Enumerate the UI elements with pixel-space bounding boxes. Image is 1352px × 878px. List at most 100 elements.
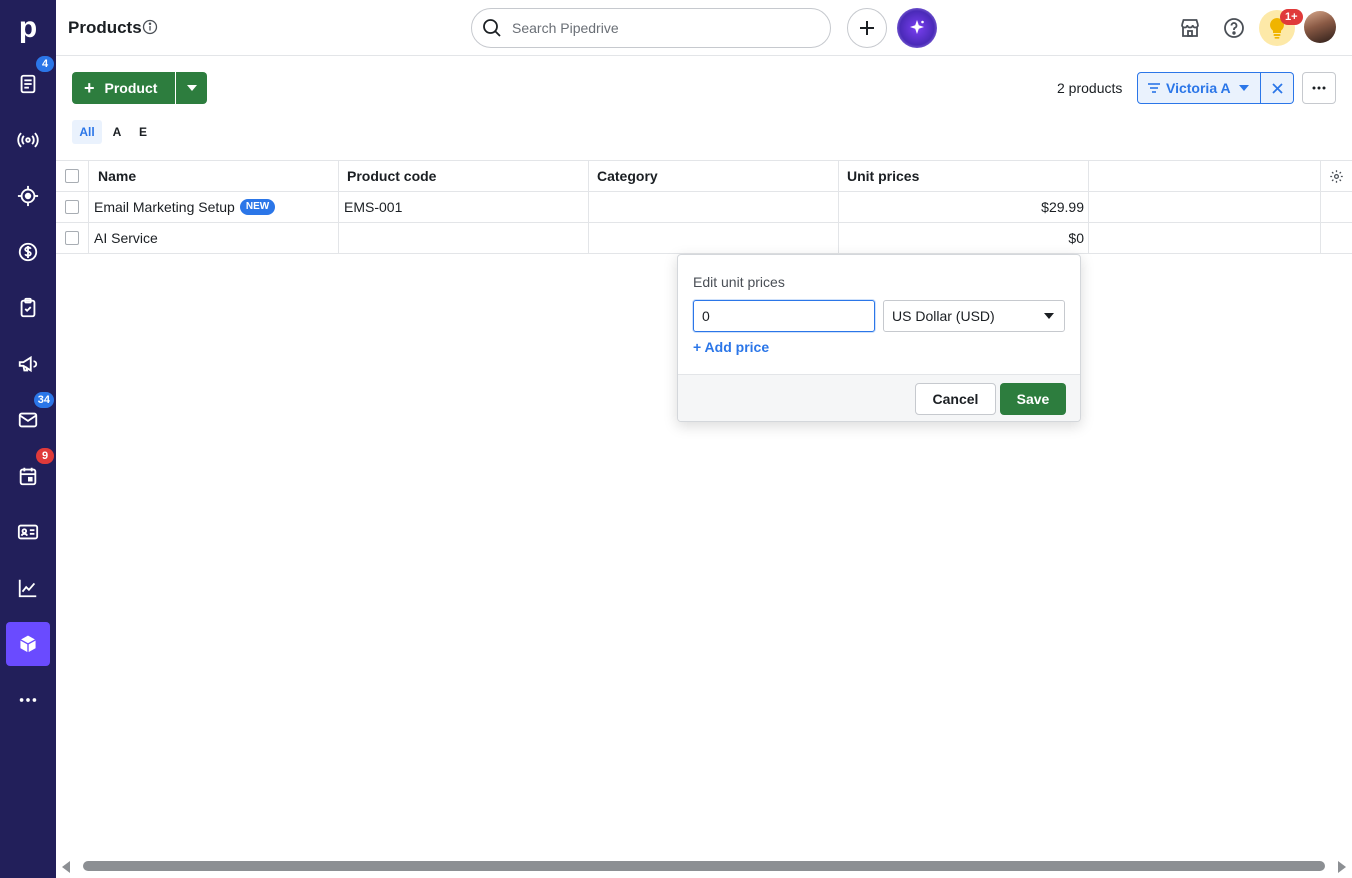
logo-letter: p — [18, 11, 38, 44]
user-avatar[interactable] — [1304, 11, 1336, 43]
table-row[interactable]: Email Marketing Setup NEW EMS-001 $29.99 — [56, 192, 1352, 223]
filter-icon — [1148, 83, 1160, 93]
popover-footer: Cancel Save — [678, 374, 1080, 421]
add-options-dropdown[interactable] — [176, 72, 207, 104]
row-select-cell — [56, 223, 89, 253]
select-all-cell — [56, 161, 89, 191]
product-name[interactable]: Email Marketing Setup — [94, 199, 235, 215]
filter-button[interactable]: Victoria A — [1137, 72, 1261, 104]
close-icon — [1271, 82, 1283, 94]
select-all-checkbox[interactable] — [65, 169, 79, 183]
add-product-button[interactable]: + Product — [72, 72, 175, 104]
notification-badge: 1+ — [1280, 9, 1303, 25]
save-button[interactable]: Save — [1000, 383, 1066, 415]
more-dots-icon — [19, 698, 37, 702]
cell-empty — [1089, 192, 1321, 222]
row-checkbox[interactable] — [65, 200, 79, 214]
horizontal-scrollbar[interactable] — [56, 856, 1352, 878]
currency-value: US Dollar (USD) — [892, 308, 995, 324]
insights-chart-icon — [18, 579, 37, 598]
column-header-category[interactable]: Category — [589, 161, 839, 191]
alpha-filter-e[interactable]: E — [132, 120, 154, 144]
quick-add-button[interactable] — [847, 8, 887, 48]
column-header-name[interactable]: Name — [89, 161, 339, 191]
cell-name[interactable]: AI Service — [89, 223, 339, 253]
help-icon[interactable] — [1222, 16, 1246, 40]
nav-leads[interactable]: 4 — [6, 56, 54, 106]
top-header: Products 1+ — [56, 0, 1352, 56]
add-product-label: Product — [104, 80, 158, 96]
product-count: 2 products — [1057, 80, 1123, 96]
nav-activities[interactable] — [6, 286, 50, 330]
table-header: Name Product code Category Unit prices — [56, 160, 1352, 192]
search-bar[interactable] — [471, 8, 831, 48]
alpha-filter-all[interactable]: All — [72, 120, 102, 144]
nav-broadcast[interactable] — [6, 118, 50, 162]
scroll-left-arrow-icon[interactable] — [62, 861, 70, 873]
nav-target[interactable] — [6, 174, 50, 218]
more-actions-button[interactable] — [1302, 72, 1336, 104]
plus-icon: + — [84, 78, 95, 98]
campaigns-megaphone-icon — [18, 355, 38, 373]
nav-contacts[interactable] — [6, 510, 50, 554]
scrollbar-thumb[interactable] — [83, 861, 1325, 871]
cell-unit-price[interactable]: $0 — [839, 223, 1089, 253]
caret-down-icon — [186, 85, 197, 91]
leads-icon — [20, 74, 36, 94]
filter-label: Victoria A — [1166, 80, 1231, 96]
mail-icon — [18, 412, 38, 428]
row-checkbox[interactable] — [65, 231, 79, 245]
contacts-card-icon — [17, 524, 39, 540]
nav-products[interactable] — [6, 622, 50, 666]
sparkle-icon — [910, 20, 924, 34]
search-icon — [483, 19, 501, 37]
clear-filter-button[interactable] — [1261, 72, 1294, 104]
alpha-filter-a[interactable]: A — [106, 120, 128, 144]
broadcast-icon — [17, 132, 39, 148]
edit-unit-prices-popover: Edit unit prices US Dollar (USD) + Add p… — [677, 254, 1081, 422]
search-input[interactable] — [512, 18, 812, 38]
nav-deals[interactable] — [6, 230, 50, 274]
nav-more[interactable] — [6, 678, 50, 722]
nav-calendar[interactable]: 9 — [6, 448, 54, 498]
nav-mail[interactable]: 34 — [6, 392, 54, 442]
cell-product-code[interactable]: EMS-001 — [339, 192, 589, 222]
ellipsis-icon — [1312, 86, 1326, 90]
info-icon[interactable] — [142, 19, 158, 35]
scroll-right-arrow-icon[interactable] — [1338, 861, 1346, 873]
add-price-link[interactable]: + Add price — [693, 339, 769, 355]
gear-icon[interactable] — [1329, 169, 1344, 184]
cell-empty — [1089, 223, 1321, 253]
currency-select[interactable]: US Dollar (USD) — [883, 300, 1065, 332]
column-header-unit-prices[interactable]: Unit prices — [839, 161, 1089, 191]
cell-category[interactable] — [589, 192, 839, 222]
new-badge: NEW — [239, 199, 276, 215]
cancel-button[interactable]: Cancel — [915, 383, 996, 415]
cell-name[interactable]: Email Marketing Setup NEW — [89, 192, 339, 222]
cell-product-code[interactable] — [339, 223, 589, 253]
caret-down-icon — [1238, 85, 1249, 91]
unit-price-input[interactable] — [693, 300, 875, 332]
cell-unit-price[interactable]: $29.99 — [839, 192, 1089, 222]
activities-clipboard-icon — [20, 297, 36, 318]
caret-down-icon — [1044, 313, 1054, 319]
column-header-product-code[interactable]: Product code — [339, 161, 589, 191]
row-select-cell — [56, 192, 89, 222]
calendar-icon — [19, 467, 37, 486]
nav-badge: 4 — [36, 56, 54, 72]
column-header-empty — [1089, 161, 1321, 191]
plus-icon — [860, 21, 874, 35]
marketplace-icon[interactable] — [1178, 16, 1202, 40]
table-row[interactable]: AI Service $0 — [56, 223, 1352, 254]
product-name[interactable]: AI Service — [94, 230, 158, 246]
nav-insights[interactable] — [6, 566, 50, 610]
deals-dollar-icon — [18, 242, 38, 262]
pipedrive-logo[interactable]: p — [0, 0, 56, 56]
nav-badge: 9 — [36, 448, 54, 464]
ai-assistant-button[interactable] — [897, 8, 937, 48]
sidebar: p 4 34 9 — [0, 0, 56, 878]
nav-badge: 34 — [33, 392, 54, 408]
cell-category[interactable] — [589, 223, 839, 253]
products-box-icon — [19, 634, 37, 654]
nav-campaigns[interactable] — [6, 342, 50, 386]
